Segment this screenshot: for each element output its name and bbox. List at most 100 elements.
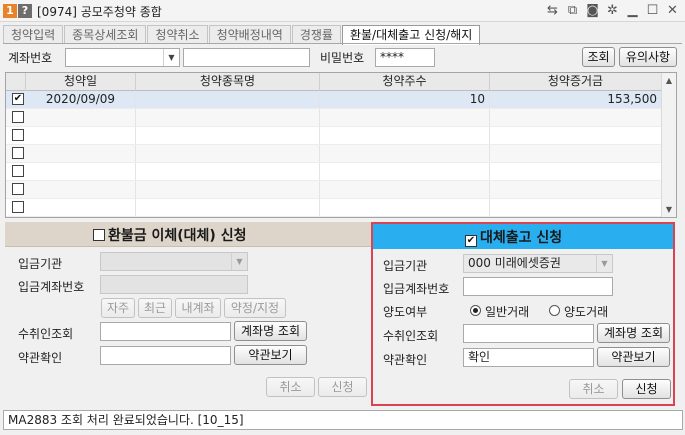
transfer-panel-header: ✔ 대체출고 신청 — [373, 224, 673, 249]
refund-panel-title-wrap[interactable]: 환불금 이체(대체) 신청 — [93, 225, 246, 245]
transfer-cancel-button[interactable]: 취소 — [569, 379, 618, 399]
refund-account-name-button[interactable]: 계좌명 조회 — [234, 321, 307, 341]
tab-subscription-cancel[interactable]: 청약취소 — [147, 25, 208, 44]
table-row[interactable] — [6, 199, 662, 217]
account-name-field[interactable] — [183, 48, 310, 67]
chevron-down-icon[interactable]: ▼ — [163, 49, 179, 66]
cell-date — [26, 145, 136, 162]
tab-refund-transfer[interactable]: 환불/대체출고 신청/해지 — [341, 25, 481, 45]
copy-icon[interactable]: ⧉ — [564, 2, 581, 19]
table-row[interactable] — [6, 127, 662, 145]
close-icon[interactable]: ✕ — [664, 2, 681, 19]
refund-terms-button[interactable]: 약관보기 — [234, 345, 307, 365]
tab-allocation-history[interactable]: 청약배정내역 — [208, 25, 291, 44]
restore-icon[interactable]: ☐ — [644, 2, 661, 19]
chevron-down-icon[interactable]: ▼ — [596, 255, 612, 272]
header-deposit[interactable]: 청약증거금 — [490, 73, 662, 91]
transfer-apply-button[interactable]: 신청 — [622, 379, 671, 399]
cell-qty — [320, 145, 490, 162]
row-checkbox[interactable] — [12, 111, 24, 123]
window-number-badge[interactable]: 1 — [3, 4, 17, 18]
refund-panel-header: 환불금 이체(대체) 신청 — [5, 222, 372, 247]
account-select[interactable]: ▼ — [65, 48, 180, 67]
row-checkbox[interactable] — [12, 183, 24, 195]
header-stock-name[interactable]: 청약종목명 — [136, 73, 320, 91]
transfer-checkbox[interactable]: ✔ — [465, 235, 477, 247]
cell-name — [136, 127, 320, 144]
gear-icon[interactable]: ✲ — [604, 2, 621, 19]
row-checkbox[interactable] — [12, 201, 24, 213]
transfer-recipient-label: 수취인조회 — [383, 329, 439, 343]
cell-deposit — [490, 109, 662, 126]
refund-checkbox[interactable] — [93, 229, 105, 241]
cell-qty — [320, 163, 490, 180]
refund-recipient-field[interactable] — [100, 322, 231, 341]
transfer-bank-select[interactable]: 000 미래에셋증권 ▼ — [463, 254, 613, 273]
window-controls: ⇆ ⧉ ◙ ✲ ▁ ☐ ✕ — [544, 2, 681, 19]
tab-stock-detail[interactable]: 종목상세조회 — [64, 25, 147, 44]
cell-deposit — [490, 163, 662, 180]
notice-button[interactable]: 유의사항 — [619, 47, 677, 67]
cell-name — [136, 181, 320, 198]
password-label: 비밀번호 — [320, 51, 365, 65]
refund-terms-label: 약관확인 — [18, 351, 63, 365]
tab-competition-rate[interactable]: 경쟁률 — [291, 25, 341, 44]
transfer-terms-label: 약관확인 — [383, 353, 428, 367]
help-badge[interactable]: ? — [18, 4, 32, 18]
password-field[interactable]: **** — [375, 48, 435, 67]
transfer-panel-title-wrap[interactable]: ✔ 대체출고 신청 — [465, 227, 562, 247]
transfer-recipient-field[interactable] — [463, 324, 594, 343]
camera-icon[interactable]: ◙ — [584, 2, 601, 19]
general-trade-radio[interactable] — [470, 305, 481, 316]
header-quantity[interactable]: 청약주수 — [320, 73, 490, 91]
transfer-terms-field[interactable]: 확인 — [463, 348, 594, 367]
refund-terms-field[interactable] — [100, 346, 231, 365]
transfer-account-field[interactable] — [463, 277, 613, 296]
cell-date: 2020/09/09 — [26, 91, 136, 108]
subscription-grid: 청약일 청약종목명 청약주수 청약증거금 ✔ 2020/09/09 10 153,50… — [5, 72, 677, 218]
header-date[interactable]: 청약일 — [26, 73, 136, 91]
transfer-account-label: 입금계좌번호 — [383, 282, 450, 296]
tab-subscription-input[interactable]: 청약입력 — [3, 25, 64, 44]
cell-name — [136, 109, 320, 126]
chevron-down-icon[interactable]: ▼ — [231, 253, 247, 270]
row-checkbox[interactable] — [12, 165, 24, 177]
transfer-account-name-button[interactable]: 계좌명 조회 — [597, 323, 670, 343]
refund-my-account-button[interactable]: 내계좌 — [175, 298, 221, 318]
scroll-up-icon[interactable]: ▲ — [662, 73, 676, 88]
transfer-bank-value: 000 미래에셋증권 — [468, 256, 561, 270]
cell-name — [136, 199, 320, 216]
transfer-trade-radio[interactable] — [549, 305, 560, 316]
table-row[interactable] — [6, 181, 662, 199]
refund-apply-button[interactable]: 신청 — [318, 377, 367, 397]
transfer-trade-label[interactable]: 양도거래 — [564, 303, 608, 320]
table-row[interactable]: ✔ 2020/09/09 10 153,500 — [6, 91, 662, 109]
row-checkbox[interactable] — [12, 129, 24, 141]
refund-designated-button[interactable]: 약정/지정 — [224, 298, 286, 318]
cell-qty — [320, 181, 490, 198]
table-row[interactable] — [6, 145, 662, 163]
table-row[interactable] — [6, 109, 662, 127]
refund-bank-select[interactable]: ▼ — [100, 252, 248, 271]
query-button[interactable]: 조회 — [582, 47, 615, 67]
scroll-down-icon[interactable]: ▼ — [662, 202, 676, 217]
cell-name — [136, 145, 320, 162]
transfer-terms-button[interactable]: 약관보기 — [597, 347, 670, 367]
cell-qty — [320, 109, 490, 126]
cell-date — [26, 181, 136, 198]
cell-date — [26, 199, 136, 216]
refund-panel-title: 환불금 이체(대체) 신청 — [108, 228, 247, 244]
grid-scrollbar[interactable]: ▲ ▼ — [661, 73, 676, 217]
refund-recent-button[interactable]: 최근 — [138, 298, 172, 318]
row-checkbox[interactable]: ✔ — [12, 93, 24, 105]
general-trade-label[interactable]: 일반거래 — [485, 303, 529, 320]
transfer-panel-title: 대체출고 신청 — [480, 230, 563, 246]
table-row[interactable] — [6, 163, 662, 181]
refund-frequent-button[interactable]: 자주 — [101, 298, 135, 318]
row-checkbox[interactable] — [12, 147, 24, 159]
sync-icon[interactable]: ⇆ — [544, 2, 561, 19]
refund-transfer-panel: 환불금 이체(대체) 신청 입금기관 ▼ 입금계좌번호 자주 최근 내계좌 약정… — [5, 222, 372, 405]
refund-cancel-button[interactable]: 취소 — [266, 377, 315, 397]
minimize-icon[interactable]: ▁ — [624, 2, 641, 19]
refund-account-field[interactable] — [100, 275, 248, 294]
